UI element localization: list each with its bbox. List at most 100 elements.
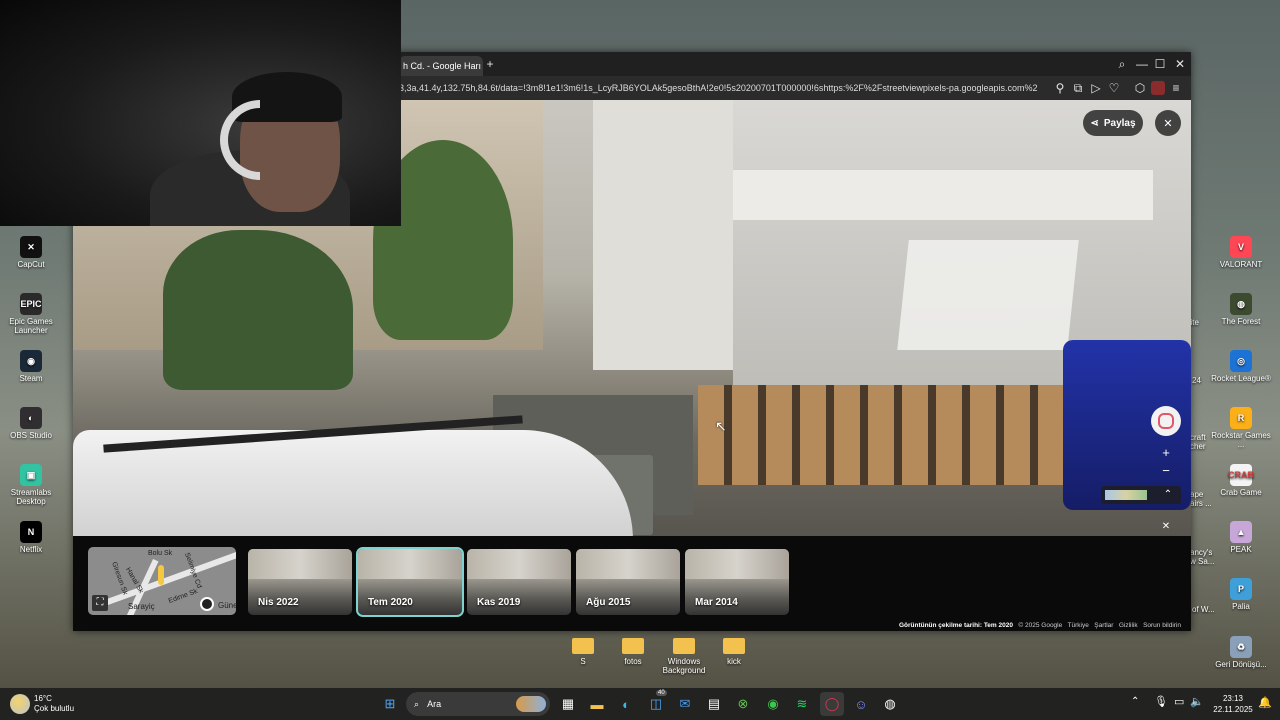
desktop-icon-obs-studio[interactable]: ◐ OBS Studio (0, 407, 62, 440)
desktop-icon-label: Palia (1232, 602, 1250, 611)
webcam-overlay (0, 0, 401, 226)
screenshot-icon[interactable]: ⧉ (1069, 76, 1087, 100)
timeline-thumb[interactable]: Nis 2022 (248, 549, 352, 615)
desktop-icon-geri-d-n-[interactable]: ♻ Geri Dönüşü... (1210, 636, 1272, 669)
weather-widget[interactable]: 16°C Çok bulutlu (34, 694, 74, 714)
maximize-button[interactable]: ☐ (1151, 52, 1169, 76)
search-box[interactable]: ⌕ Ara (406, 692, 550, 716)
minimize-button[interactable]: — (1133, 52, 1151, 76)
microphone-icon[interactable]: 🎙 (1154, 695, 1168, 708)
lock-app-icon[interactable]: ▤ (702, 692, 726, 716)
desktop-icon-streamlabs-desktop[interactable]: ▣ Streamlabs Desktop (0, 464, 62, 506)
layers-thumbnail (1105, 490, 1147, 500)
menu-icon[interactable]: ≡ (1167, 76, 1185, 100)
app-icon: V (1230, 236, 1252, 258)
partial-label: of W... (1192, 605, 1215, 614)
desktop-icon-crab-game[interactable]: CRAB Crab Game (1210, 464, 1272, 497)
thumb-image (576, 549, 680, 579)
network-icon[interactable]: ▭ (1174, 695, 1184, 708)
search-icon: ⌕ (414, 699, 420, 709)
close-window-button[interactable]: ✕ (1171, 52, 1189, 76)
timeline-thumb[interactable]: Ağu 2015 (576, 549, 680, 615)
whatsapp-icon[interactable]: ◉ (761, 692, 785, 716)
desktop-icon-the-forest[interactable]: ◍ The Forest (1210, 293, 1272, 326)
opera-icon[interactable]: ◯ (820, 692, 844, 716)
minimap[interactable]: Bolu Sk Giresun Sk Hanal Sk Edirne Sk Se… (88, 547, 236, 615)
play-icon[interactable]: ▷ (1087, 76, 1105, 100)
expand-icon[interactable]: ⌃ (1159, 486, 1177, 504)
url-field[interactable]: 3,3a,41.4y,132.75h,84.6t/data=!3m8!1e1!3… (399, 76, 1059, 100)
clock[interactable]: 23:13 22.11.2025 (1210, 693, 1256, 715)
desktop-icon-label: Rocket League® (1211, 374, 1271, 383)
desktop-folder[interactable]: kick (704, 636, 764, 666)
notification-bell-icon[interactable]: 🔔 (1258, 696, 1272, 709)
file-explorer-icon[interactable]: ▬ (585, 692, 609, 716)
compass-icon (1158, 413, 1174, 429)
app-icon: ✕ (20, 236, 42, 258)
footer-link-privacy[interactable]: Gizlilik (1119, 622, 1138, 629)
thumb-date-label: Kas 2019 (477, 597, 521, 608)
timeline-thumb[interactable]: Kas 2019 (467, 549, 571, 615)
map-label: Sarayiç (128, 602, 155, 611)
desktop-icon-steam[interactable]: ◉ Steam (0, 350, 62, 383)
xbox-icon[interactable]: ⊗ (731, 692, 755, 716)
footer-link-country[interactable]: Türkiye (1068, 622, 1089, 629)
thumb-date-label: Tem 2020 (368, 597, 413, 608)
desktop-icon-rocket-league-[interactable]: ◎ Rocket League® (1210, 350, 1272, 383)
heart-icon[interactable]: ♡ (1105, 76, 1123, 100)
fullscreen-map-icon[interactable]: ⛶ (92, 595, 108, 611)
layers-control[interactable]: ⌃ (1101, 486, 1181, 504)
desktop-icon-label: Steam (19, 374, 43, 383)
outlook-icon[interactable]: ✉ (673, 692, 697, 716)
discord-icon[interactable]: ☺ (849, 692, 873, 716)
map-label: Edirne Sk (167, 588, 199, 605)
zoom-in-button[interactable]: + (1157, 444, 1175, 462)
desktop-icon-label: CapCut (17, 260, 45, 269)
edge-icon[interactable]: ◐ (614, 692, 638, 716)
app-icon: N (20, 521, 42, 543)
timeline-thumb[interactable]: Tem 2020 (356, 547, 464, 617)
pin-icon[interactable]: ⚲ (1051, 76, 1069, 100)
footer-link-report[interactable]: Sorun bildirin (1143, 622, 1181, 629)
weather-text: Çok bulutlu (34, 704, 75, 713)
desktop-icon-label: VALORANT (1219, 260, 1263, 269)
zoom-out-button[interactable]: − (1157, 462, 1175, 480)
map-label: Bolu Sk (148, 550, 173, 557)
search-highlight-icon (516, 696, 546, 712)
tray-chevron-icon[interactable]: ⌃ (1131, 696, 1139, 707)
desktop-icon-netflix[interactable]: N Netflix (0, 521, 62, 554)
extensions-icon[interactable]: ⬡ (1131, 76, 1149, 100)
weather-icon[interactable] (10, 694, 30, 714)
desktop-icon-epic-games-launcher[interactable]: EPIC Epic Games Launcher (0, 293, 62, 335)
desktop-icon-peak[interactable]: ▲ PEAK (1210, 521, 1272, 554)
timeline-thumb[interactable]: Mar 2014 (685, 549, 789, 615)
search-tabs-icon[interactable]: ⌕ (1113, 52, 1131, 76)
close-timeline-button[interactable]: ✕ (1157, 518, 1175, 536)
desktop-icon-palia[interactable]: P Palia (1210, 578, 1272, 611)
thumb-image (685, 549, 789, 579)
folder-label: kick (727, 657, 741, 666)
extension-icon[interactable] (1151, 81, 1165, 95)
spotify-icon[interactable]: ≋ (790, 692, 814, 716)
github-icon[interactable]: ◍ (878, 692, 902, 716)
location-icon[interactable] (200, 597, 214, 611)
footer-link-terms[interactable]: Şartlar (1094, 622, 1113, 629)
share-button[interactable]: ⋖ Paylaş (1083, 110, 1143, 136)
new-tab-button[interactable]: + (481, 52, 499, 76)
start-button[interactable]: ⊞ (378, 692, 402, 716)
volume-icon[interactable]: 🔈 (1190, 695, 1204, 708)
brick-wall (698, 385, 1118, 485)
desktop-icon-label: Geri Dönüşü... (1215, 660, 1267, 669)
white-cloth (897, 240, 1079, 350)
calculator-icon[interactable]: ▦ (556, 692, 580, 716)
desktop-icon-rockstar-games-[interactable]: R Rockstar Games ... (1210, 407, 1272, 449)
weather-temp: 16°C (34, 694, 52, 703)
desktop-icon-label: Rockstar Games ... (1211, 431, 1271, 449)
close-streetview-button[interactable]: ✕ (1155, 110, 1181, 136)
desktop-icon-valorant[interactable]: V VALORANT (1210, 236, 1272, 269)
desktop-icon-label: OBS Studio (10, 431, 52, 440)
compass-button[interactable] (1151, 406, 1181, 436)
desktop-icon-capcut[interactable]: ✕ CapCut (0, 236, 62, 269)
tab-active[interactable]: h Cd. - Google Harı (399, 56, 483, 76)
map-footer: Görüntünün çekilme tarihi: Tem 2020 © 20… (899, 622, 1181, 629)
